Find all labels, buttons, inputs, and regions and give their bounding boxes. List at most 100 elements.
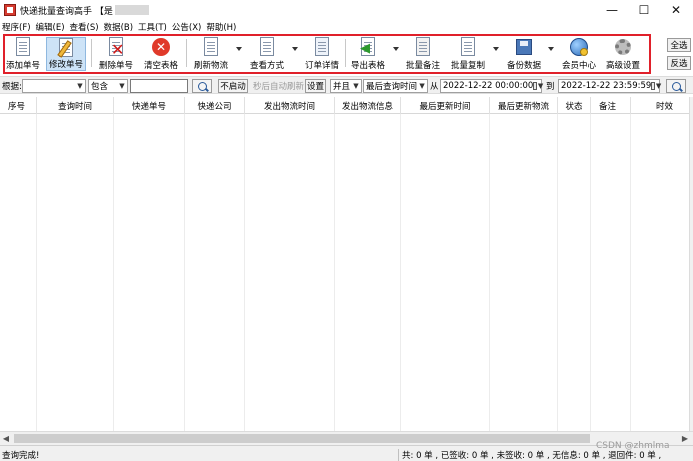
- table-header: 序号 查询时间 快递单号 快递公司 发出物流时间 发出物流信息 最后更新时间 最…: [0, 97, 689, 114]
- auto-refresh-label: 秒后自动刷新: [253, 82, 305, 92]
- menu-view[interactable]: 查看(S): [70, 21, 99, 33]
- table-column: [245, 114, 335, 431]
- notes-icon: [413, 37, 433, 57]
- close-button[interactable]: ✕: [660, 0, 692, 20]
- delete-order-button[interactable]: ✕ 删除单号: [98, 37, 134, 71]
- maximize-button[interactable]: ☐: [628, 0, 660, 20]
- copy-icon: [458, 37, 478, 57]
- batch-copy-dropdown-arrow-icon[interactable]: [493, 47, 499, 51]
- settings-button[interactable]: 设置: [305, 79, 326, 93]
- menu-announcement[interactable]: 公告(X): [172, 21, 201, 33]
- minimize-button[interactable]: —: [596, 0, 628, 20]
- edit-order-button[interactable]: 修改单号: [46, 37, 86, 71]
- time-field-select[interactable]: 最后查询时间 ▼: [363, 79, 428, 93]
- refresh-dropdown-arrow-icon[interactable]: [236, 47, 242, 51]
- from-date-value: 2022-12-22 00:00:00: [443, 81, 534, 91]
- refresh-document-icon: [201, 37, 221, 57]
- logic-select-value: 并且: [333, 82, 351, 92]
- select-all-button[interactable]: 全选: [667, 38, 691, 52]
- advanced-settings-label: 高级设置: [605, 61, 640, 71]
- view-mode-button[interactable]: 查看方式: [248, 37, 286, 71]
- col-header-dispatch-time[interactable]: 发出物流时间: [245, 97, 335, 114]
- search-button[interactable]: [192, 79, 212, 93]
- col-header-dispatch-info[interactable]: 发出物流信息: [335, 97, 401, 114]
- export-dropdown-arrow-icon[interactable]: [393, 47, 399, 51]
- export-table-button[interactable]: ◀ 导出表格: [349, 37, 387, 71]
- from-label: 从: [430, 82, 439, 92]
- table-column: [591, 114, 631, 431]
- col-header-last-update-logistics[interactable]: 最后更新物流: [490, 97, 558, 114]
- scroll-right-arrow-icon[interactable]: ▶: [679, 432, 691, 445]
- col-header-last-update-time[interactable]: 最后更新时间: [401, 97, 490, 114]
- menu-data[interactable]: 数据(B): [104, 21, 133, 33]
- scroll-left-arrow-icon[interactable]: ◀: [0, 432, 12, 445]
- menu-program[interactable]: 程序(F): [2, 21, 31, 33]
- toolbar-separator: [91, 39, 92, 67]
- table-column: [490, 114, 558, 431]
- view-mode-dropdown-arrow-icon[interactable]: [292, 47, 298, 51]
- globe-coin-icon: [569, 37, 589, 57]
- not-started-button[interactable]: 不启动: [218, 79, 248, 93]
- chevron-down-icon: ▼: [77, 82, 83, 90]
- clear-table-button[interactable]: ✕ 清空表格: [141, 37, 181, 71]
- table-body[interactable]: [0, 114, 689, 431]
- member-center-button[interactable]: 会员中心: [560, 37, 598, 71]
- details-document-icon: [312, 37, 332, 57]
- menu-bar: 程序(F) 编辑(E) 查看(S) 数据(B) 工具(T) 公告(X) 帮助(H…: [0, 20, 693, 33]
- keyword-input[interactable]: [130, 79, 188, 93]
- batch-copy-button[interactable]: 批量复制: [449, 37, 487, 71]
- checklist-icon: [257, 37, 277, 57]
- status-message: 查询完成!: [2, 451, 40, 461]
- col-header-courier[interactable]: 快递公司: [185, 97, 245, 114]
- table-column: [558, 114, 591, 431]
- watermark: CSDN @zhmlma: [596, 441, 670, 451]
- batch-copy-label: 批量复制: [450, 61, 485, 71]
- document-icon: [13, 37, 33, 57]
- to-date-picker[interactable]: 2022-12-22 23:59:59 ▼: [558, 79, 661, 93]
- menu-help[interactable]: 帮助(H): [206, 21, 236, 33]
- invert-select-button[interactable]: 反选: [667, 56, 691, 70]
- match-select-value: 包含: [91, 82, 109, 92]
- minimize-icon: —: [606, 3, 618, 17]
- batch-remark-button[interactable]: 批量备注: [404, 37, 442, 71]
- status-bar: 查询完成! 共: 0 单 , 已签收: 0 单 , 未签收: 0 单 , 无信息…: [0, 445, 693, 461]
- to-date-value: 2022-12-22 23:59:59: [561, 81, 652, 91]
- app-logo-icon: [4, 4, 16, 16]
- advanced-settings-button[interactable]: 高级设置: [604, 37, 642, 71]
- menu-edit[interactable]: 编辑(E): [36, 21, 65, 33]
- table-column: [185, 114, 245, 431]
- edit-order-label: 修改单号: [48, 60, 83, 70]
- col-header-query-time[interactable]: 查询时间: [37, 97, 114, 114]
- title-bar: 快递批量查询高手 【是 — ☐ ✕: [0, 0, 693, 20]
- horizontal-scrollbar[interactable]: ◀ ▶: [0, 431, 693, 445]
- toolbar: 添加单号 修改单号 ✕ 删除单号 ✕ 清空表格 刷新物流 查看方式 订单详情 ◀…: [0, 33, 693, 75]
- col-header-status[interactable]: 状态: [558, 97, 591, 114]
- chevron-down-icon: ▼: [353, 82, 359, 90]
- clear-table-label: 清空表格: [143, 61, 178, 71]
- chevron-down-icon: ▼: [419, 82, 425, 90]
- backup-data-button[interactable]: 备份数据: [505, 37, 543, 71]
- col-header-tracking-number[interactable]: 快递单号: [114, 97, 185, 114]
- time-field-select-value: 最后查询时间: [366, 82, 418, 92]
- delete-x-icon: ✕: [106, 37, 126, 58]
- maximize-icon: ☐: [638, 3, 650, 17]
- vertical-scrollbar[interactable]: [689, 97, 693, 431]
- order-details-button[interactable]: 订单详情: [303, 37, 341, 71]
- date-search-button[interactable]: [666, 79, 686, 93]
- basis-select[interactable]: ▼: [22, 79, 86, 93]
- calendar-dropdown-icon: ▼: [533, 80, 543, 92]
- from-date-picker[interactable]: 2022-12-22 00:00:00 ▼: [440, 79, 543, 93]
- backup-dropdown-arrow-icon[interactable]: [548, 47, 554, 51]
- add-order-button[interactable]: 添加单号: [6, 37, 40, 71]
- col-header-remark[interactable]: 备注: [591, 97, 631, 114]
- menu-tools[interactable]: 工具(T): [138, 21, 167, 33]
- toolbar-separator: [186, 39, 187, 67]
- logic-select[interactable]: 并且 ▼: [330, 79, 362, 93]
- horizontal-scroll-thumb[interactable]: [14, 434, 590, 443]
- pencil-document-icon: [56, 38, 76, 58]
- col-header-index[interactable]: 序号: [0, 97, 37, 114]
- col-header-timeliness[interactable]: 时效: [631, 97, 689, 114]
- refresh-logistics-button[interactable]: 刷新物流: [192, 37, 230, 71]
- match-select[interactable]: 包含 ▼: [88, 79, 128, 93]
- to-label: 到: [546, 82, 555, 92]
